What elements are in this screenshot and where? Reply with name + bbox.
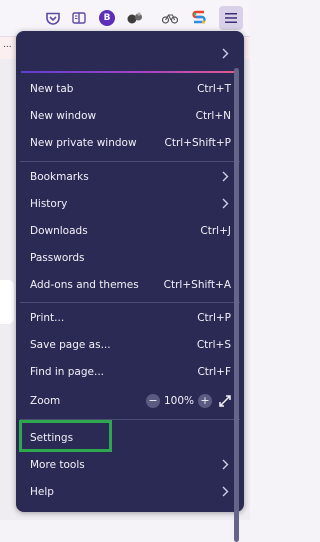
extension-icon xyxy=(127,12,142,24)
menu-item-label: History xyxy=(30,197,68,210)
menu-item-addons-themes[interactable]: Add-ons and themes Ctrl+Shift+A xyxy=(20,271,240,298)
menu-item-shortcut: Ctrl+Shift+P xyxy=(164,136,231,149)
menu-item-print[interactable]: Print... Ctrl+P xyxy=(20,304,240,331)
chevron-right-icon xyxy=(222,486,229,497)
menu-item-shortcut: Ctrl+F xyxy=(197,365,231,378)
settings-highlight-box xyxy=(19,420,112,452)
chevron-right-icon xyxy=(222,171,229,182)
zoom-in-button[interactable]: + xyxy=(198,393,212,408)
menu-item-label: Add-ons and themes xyxy=(30,278,139,291)
extension-button[interactable] xyxy=(123,6,147,30)
menu-item-label: Passwords xyxy=(30,251,85,264)
menu-item-bookmarks[interactable]: Bookmarks xyxy=(20,163,240,190)
menu-item-shortcut: Ctrl+P xyxy=(197,311,231,324)
menu-item-label: New private window xyxy=(30,136,137,149)
menu-item-new-tab[interactable]: New tab Ctrl+T xyxy=(20,75,240,102)
menu-item-label: New window xyxy=(30,109,97,122)
chevron-right-icon xyxy=(222,48,229,59)
menu-item-label: Bookmarks xyxy=(30,170,89,183)
menu-item-new-window[interactable]: New window Ctrl+N xyxy=(20,102,240,129)
menu-separator xyxy=(20,161,240,162)
menu-item-shortcut: Ctrl+T xyxy=(197,82,231,95)
colorful-extension-button[interactable] xyxy=(187,6,211,30)
menu-icon xyxy=(225,13,237,23)
menu-item-shortcut: Ctrl+Shift+A xyxy=(163,278,231,291)
menu-item-help[interactable]: Help xyxy=(20,478,240,505)
menu-item-shortcut: Ctrl+J xyxy=(200,224,231,237)
menu-item-label: Save page as... xyxy=(30,338,111,351)
menu-item-shortcut: Ctrl+S xyxy=(196,338,231,351)
account-divider xyxy=(21,71,239,73)
menu-item-label: New tab xyxy=(30,82,74,95)
menu-item-label: Downloads xyxy=(30,224,88,237)
chevron-right-icon xyxy=(222,198,229,209)
bike-extension-button[interactable] xyxy=(158,6,182,30)
app-menu-button[interactable] xyxy=(219,6,243,30)
menu-item-label: Print... xyxy=(30,311,65,324)
minus-icon: − xyxy=(148,394,158,407)
menu-item-label: More tools xyxy=(30,458,85,471)
zoom-reset-button[interactable]: 100% xyxy=(160,395,198,407)
menu-item-label: Zoom xyxy=(30,394,61,407)
menu-separator xyxy=(20,302,240,303)
pocket-button[interactable] xyxy=(41,6,65,30)
colorful-s-icon xyxy=(192,10,206,24)
plus-icon: + xyxy=(200,394,210,407)
account-row[interactable] xyxy=(20,40,240,67)
menu-item-downloads[interactable]: Downloads Ctrl+J xyxy=(20,217,240,244)
menu-item-find-in-page[interactable]: Find in page... Ctrl+F xyxy=(20,358,240,385)
reader-view-button[interactable] xyxy=(67,6,91,30)
bike-icon xyxy=(162,14,178,24)
menu-item-shortcut: Ctrl+N xyxy=(195,109,231,122)
profile-initial: B xyxy=(103,13,111,23)
reader-view-icon xyxy=(72,12,86,24)
pocket-icon xyxy=(46,12,60,25)
menu-item-more-tools[interactable]: More tools xyxy=(20,451,240,478)
menu-item-zoom: Zoom − 100% + xyxy=(20,387,240,414)
menu-item-history[interactable]: History xyxy=(20,190,240,217)
chevron-right-icon xyxy=(222,459,229,470)
fullscreen-icon[interactable] xyxy=(218,394,232,408)
menu-item-label: Find in page... xyxy=(30,365,104,378)
menu-scrollbar[interactable] xyxy=(234,68,239,542)
zoom-out-button[interactable]: − xyxy=(146,393,160,408)
zoom-controls: − 100% + xyxy=(146,387,232,414)
menu-item-label: Help xyxy=(30,485,54,498)
menu-item-save-page[interactable]: Save page as... Ctrl+S xyxy=(20,331,240,358)
page-side-card xyxy=(0,280,14,324)
profile-button[interactable]: B xyxy=(95,6,119,30)
profile-avatar-icon: B xyxy=(99,10,115,26)
menu-item-new-private-window[interactable]: New private window Ctrl+Shift+P xyxy=(20,129,240,156)
menu-item-passwords[interactable]: Passwords xyxy=(20,244,240,271)
overflow-dots[interactable]: ... xyxy=(3,40,12,50)
